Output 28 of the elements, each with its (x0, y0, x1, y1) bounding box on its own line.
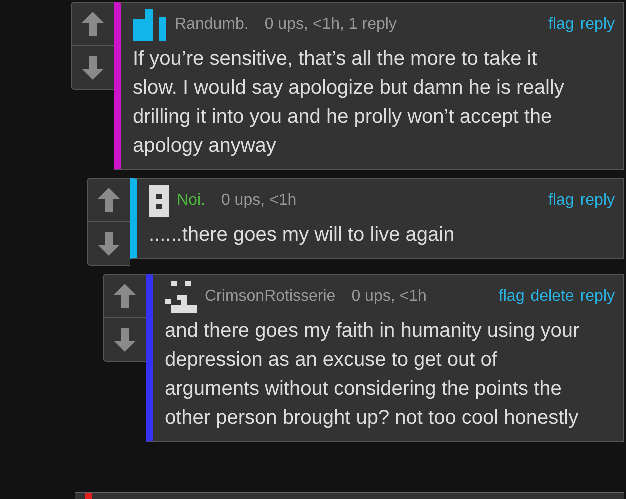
username[interactable]: CrimsonRotisserie (205, 288, 336, 306)
comment-meta: 0 ups, <1h, 1 reply (264, 16, 397, 34)
down-arrow-icon (98, 232, 120, 256)
action-link[interactable]: flag (548, 16, 574, 34)
action-link[interactable]: reply (580, 288, 615, 306)
avatar-icon (133, 9, 167, 41)
upvote-button[interactable] (88, 179, 130, 222)
action-link[interactable]: flag (498, 288, 525, 306)
username[interactable]: Randumb. (175, 16, 249, 34)
avatar-icon (165, 281, 197, 313)
comment-meta: 0 ups, <1h (221, 192, 297, 210)
upvote-button[interactable] (72, 3, 114, 46)
up-arrow-icon (114, 284, 136, 308)
username[interactable]: Noi. (177, 192, 206, 210)
action-link[interactable]: reply (580, 192, 615, 210)
comment-text: If you’re sensitive, that’s all the more to take it slow. I would say apologize but damn he is really drilling it into you and he prolly won’t accept the apology anyway (133, 47, 566, 159)
upvote-button[interactable] (104, 275, 146, 318)
up-arrow-icon (82, 12, 104, 36)
action-link[interactable]: delete (530, 288, 574, 306)
down-arrow-icon (82, 56, 104, 80)
comment-text: ......there goes my will to live again (149, 223, 456, 248)
action-link[interactable]: reply (580, 16, 615, 34)
comment-meta: 0 ups, <1h (352, 288, 427, 306)
avatar-icon (149, 185, 169, 217)
comment-text: and there goes my faith in humanity using your depression as an excuse to get out of arguments without considering the points the other person brought up? not too cool honestly (165, 319, 581, 431)
action-link[interactable]: flag (548, 192, 574, 210)
down-arrow-icon (114, 328, 136, 352)
up-arrow-icon (98, 188, 120, 212)
